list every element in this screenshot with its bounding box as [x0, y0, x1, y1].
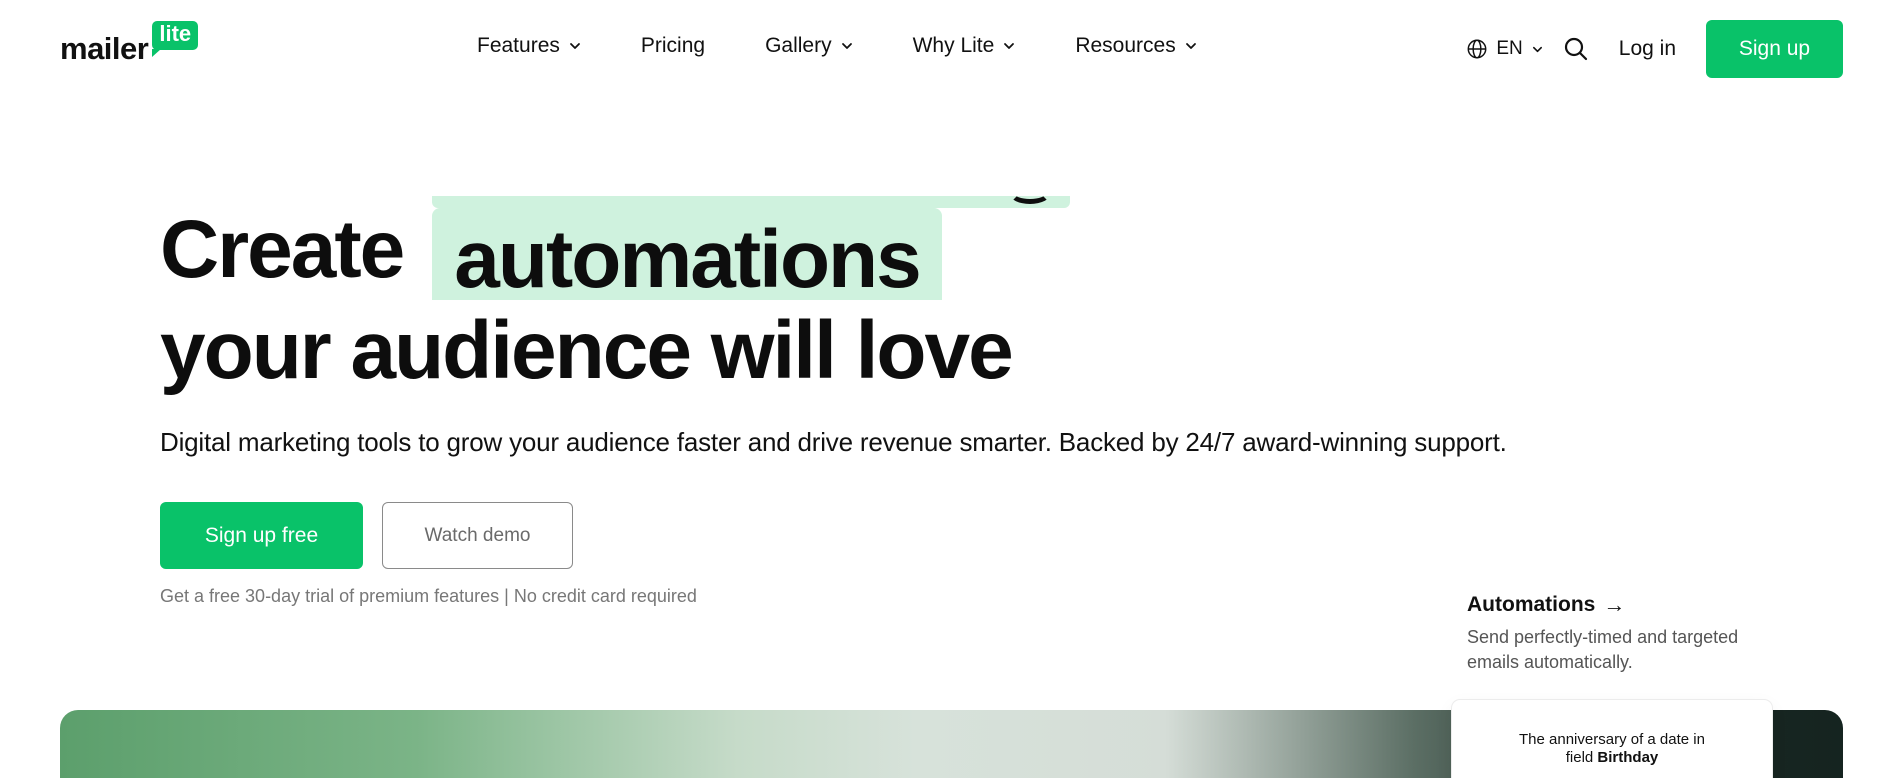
chevron-down-icon [841, 43, 852, 49]
feature-automations-link[interactable]: Automations → [1467, 592, 1625, 618]
search-icon[interactable] [1563, 36, 1589, 62]
hero-headline-line-1: Create [160, 204, 405, 295]
chevron-down-icon [569, 43, 580, 49]
main-nav: Features Pricing Gallery Why Lite Resour… [477, 34, 1257, 58]
nav-item-resources[interactable]: Resources [1075, 34, 1196, 58]
arrow-right-icon: → [1603, 592, 1626, 617]
header-actions: EN Log in Sign up [1466, 20, 1881, 78]
site-header: mailer lite Features Pricing Gallery Why… [0, 0, 1881, 96]
chevron-down-icon [1004, 43, 1015, 49]
signup-free-button[interactable]: Sign up free [160, 502, 363, 569]
language-code: EN [1496, 38, 1523, 59]
logo-badge: lite [152, 20, 199, 58]
nav-item-label: Gallery [765, 34, 832, 57]
rotating-word-highlight: automations [432, 208, 942, 305]
trigger-card-field-prefix: field [1565, 749, 1598, 766]
nav-item-pricing[interactable]: Pricing [641, 34, 705, 58]
nav-item-label: Resources [1075, 34, 1176, 57]
trigger-card-line-1: The anniversary of a date in [1519, 731, 1705, 748]
nav-item-features[interactable]: Features [477, 34, 581, 58]
trigger-card-line-2: field Birthday [1452, 749, 1772, 767]
chevron-down-icon [1185, 43, 1196, 49]
rotating-word-previous-strip [432, 196, 1070, 208]
globe-icon [1467, 39, 1487, 59]
language-selector[interactable]: EN [1466, 38, 1542, 60]
nav-item-gallery[interactable]: Gallery [765, 34, 853, 58]
watch-demo-button[interactable]: Watch demo [382, 502, 573, 569]
automation-trigger-card: The anniversary of a date in field Birth… [1452, 700, 1772, 778]
hero-subtitle: Digital marketing tools to grow your aud… [160, 427, 1507, 457]
feature-description: Send perfectly-timed and targeted emails… [1467, 627, 1739, 672]
nav-item-label: Features [477, 34, 560, 57]
login-link[interactable]: Log in [1619, 37, 1676, 61]
feature-title: Automations [1467, 593, 1596, 616]
mailerlite-logo[interactable]: mailer lite [60, 20, 199, 68]
nav-item-label: Why Lite [912, 34, 995, 57]
previous-word-fragment [1009, 196, 1051, 204]
nav-item-label: Pricing [640, 34, 706, 57]
trial-note: Get a free 30-day trial of premium featu… [160, 586, 697, 606]
headline-rotating-word: automations [454, 214, 921, 305]
nav-item-why-lite[interactable]: Why Lite [913, 34, 1016, 58]
hero-headline-line-2: your audience will love [160, 305, 1014, 396]
signup-button[interactable]: Sign up [1706, 20, 1843, 78]
chevron-down-icon [1532, 46, 1542, 52]
headline-word-create: Create [160, 204, 405, 295]
logo-wordmark: mailer [60, 31, 149, 66]
trigger-card-field-name: Birthday [1597, 749, 1659, 766]
